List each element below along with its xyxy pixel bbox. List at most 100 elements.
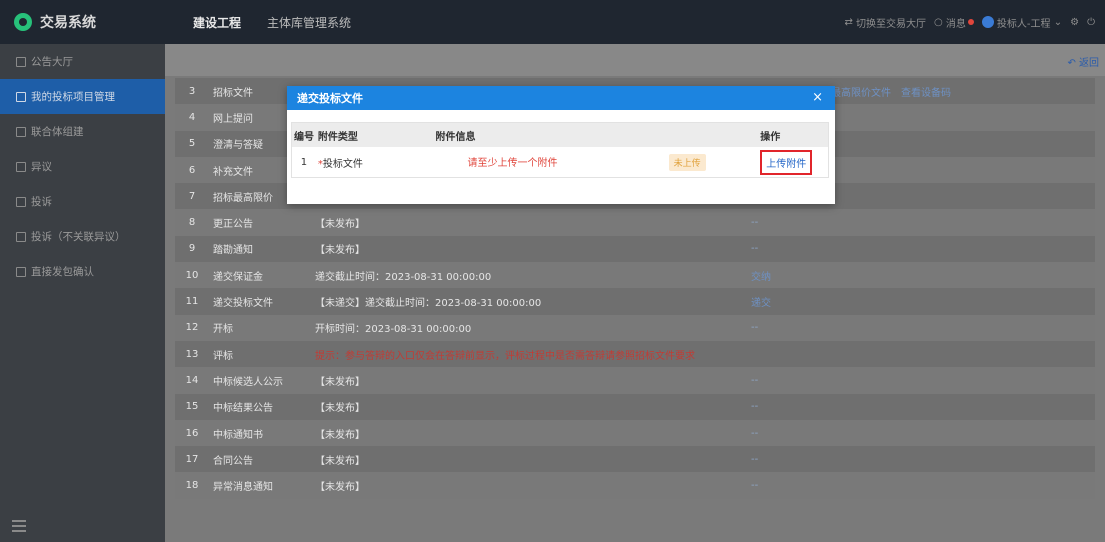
table-row: 9 踏勘通知 【未发布】 -- [175,235,1095,263]
step-actions: 交纳 [751,268,1091,283]
attachment-actions: 上传附件 [756,149,828,175]
row-number: 14 [185,374,199,386]
table-row: 15 中标结果公告 【未发布】 -- [175,393,1095,420]
step-info: 【未发布】 [315,482,365,494]
gear-icon[interactable]: ⚙ [1070,17,1079,28]
step-name: 异常消息通知 [213,482,273,494]
no-action: -- [751,243,759,255]
no-action: -- [751,217,759,229]
messages-link[interactable]: ○ 消息 [934,15,974,30]
step-name: 递交投标文件 [213,298,273,310]
top-nav: 建设工程 主体库管理系统 [193,0,377,44]
row-number: 12 [185,322,199,334]
step-actions: -- [751,480,1091,491]
messages-label: 消息 [945,18,966,30]
step-info: 【未发布】 [315,376,365,388]
step-name: 开标 [213,324,233,336]
action-link[interactable]: 递交 [751,294,771,309]
row-number: 15 [185,401,199,413]
row-number: 9 [188,243,196,255]
power-icon[interactable]: ⏻ [1087,17,1095,28]
step-name: 中标候选人公示 [213,376,283,388]
step-info: 开标时间：2023-08-31 00:00:00 [315,324,472,336]
top-bar: 交易系统 建设工程 主体库管理系统 ⇄ 切换至交易大厅 ○ 消息 投标人-工程 … [0,0,1105,44]
step-actions: -- [751,375,1091,386]
no-action: -- [751,480,759,492]
table-row: 14 中标候选人公示 【未发布】 -- [175,367,1095,394]
step-name: 中标通知书 [213,429,263,441]
step-name: 合同公告 [213,455,253,467]
brand[interactable]: 交易系统 [0,0,165,44]
no-action: -- [751,401,759,413]
table-row: 8 更正公告 【未发布】 -- [175,209,1095,236]
sidebar-item-label: 联合体组建 [31,126,84,138]
step-info: 【未发布】 [315,245,365,257]
sidebar-item-consortium[interactable]: 联合体组建 [0,114,165,149]
action-link[interactable]: 查看设备码 [901,84,951,99]
row-number: 18 [185,480,199,492]
sidebar-item-label: 直接发包确认 [31,266,94,278]
sidebar-item-direct-award[interactable]: 直接发包确认 [0,254,165,289]
table-row: 11 递交投标文件 【未递交】递交截止时间：2023-08-31 00:00:00 递… [175,288,1095,315]
close-icon[interactable]: × [812,90,823,105]
sidebar-item-objection[interactable]: 异议 [0,149,165,184]
modal-title: 递交投标文件 [297,92,363,105]
upload-attachment-button[interactable]: 上传附件 [760,149,813,175]
confirm-icon [16,266,26,277]
user-menu[interactable]: 投标人-工程 ⌄ [981,15,1062,30]
step-name: 递交保证金 [213,271,263,283]
table-row: 16 中标通知书 【未发布】 -- [175,419,1095,447]
step-actions: -- [751,401,1091,412]
step-info: 递交截止时间：2023-08-31 00:00:00 [315,271,492,283]
status-badge: 未上传 [668,153,706,171]
step-name: 中标结果公告 [213,403,273,415]
step-actions: 递交 [751,294,1091,309]
consortium-icon [16,126,26,137]
sidebar-item-complaint-unlinked[interactable]: 投诉（不关联异议） [0,219,165,254]
row-number: 16 [185,427,199,439]
col-number: 编号 [293,131,314,143]
row-number: 11 [185,296,199,308]
no-action: -- [751,427,759,439]
row-number: 3 [188,85,196,97]
row-number: 13 [185,348,199,360]
row-number: 5 [188,138,196,150]
back-label: 返回 [1079,58,1099,69]
attachment-row: 1 *投标文件 请至少上传一个附件 未上传 上传附件 [292,147,828,177]
no-action: -- [751,453,759,465]
sidebar-item-announcements[interactable]: 公告大厅 [0,44,165,79]
modal-body: 编号 附件类型 附件信息 操作 1 *投标文件 请至少上传一个附件 未上传 上传… [287,110,835,178]
table-row: 13 评标 提示：参与答辩的入口仅会在答辩前显示，评标过程中是否需答辩请参照招标文件… [175,340,1095,368]
nav-construction[interactable]: 建设工程 [193,0,241,44]
row-number: 1 [300,156,308,168]
step-info: 【未递交】递交截止时间：2023-08-31 00:00:00 [315,298,542,310]
avatar [981,16,994,28]
row-number: 4 [188,111,196,123]
nav-entity-library[interactable]: 主体库管理系统 [267,0,351,44]
user-label: 投标人-工程 [996,18,1051,30]
table-row: 12 开标 开标时间：2023-08-31 00:00:00 -- [175,314,1095,341]
step-name: 踏勘通知 [213,245,253,257]
step-actions: -- [751,243,1091,254]
validation-message: 请至少上传一个附件 [467,157,558,169]
step-info: 【未发布】 [315,455,365,467]
sidebar-item-label: 投诉（不关联异议） [31,231,126,243]
attachment-table-header: 编号 附件类型 附件信息 操作 [292,123,828,147]
step-actions: -- [751,454,1091,465]
sidebar-item-complaint[interactable]: 投诉 [0,184,165,219]
sidebar-item-label: 投诉 [31,196,52,208]
sidebar-item-my-bid-projects[interactable]: 我的投标项目管理 [0,79,165,114]
no-action: -- [751,374,759,386]
action-link[interactable]: 交纳 [751,268,771,283]
col-attachment-info: 附件信息 [435,131,476,143]
sidebar: 公告大厅 我的投标项目管理 联合体组建 异议 投诉 投诉（不关联异议） 直接发包… [0,44,165,542]
back-link[interactable]: ↶ 返回 [1067,54,1099,69]
switch-hall-link[interactable]: ⇄ 切换至交易大厅 [844,15,926,30]
attachment-info: 请至少上传一个附件 未上传 [435,153,756,171]
attachment-table: 编号 附件类型 附件信息 操作 1 *投标文件 请至少上传一个附件 未上传 上传… [291,122,829,178]
bell-icon: ○ [934,16,943,28]
row-number: 7 [188,190,196,202]
menu-collapse-icon[interactable] [12,520,26,532]
table-row: 10 递交保证金 递交截止时间：2023-08-31 00:00:00 交纳 [175,262,1095,289]
row-number: 17 [185,453,199,465]
